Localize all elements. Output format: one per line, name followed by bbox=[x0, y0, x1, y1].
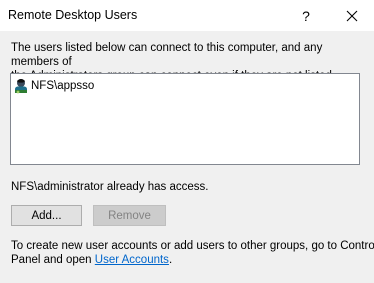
help-icon: ? bbox=[302, 7, 310, 24]
close-button[interactable] bbox=[330, 0, 374, 31]
close-icon bbox=[346, 10, 358, 21]
list-item[interactable]: NFS\appsso bbox=[12, 77, 94, 95]
footer-line-2-suffix: . bbox=[168, 254, 173, 266]
user-accounts-link[interactable]: User Accounts bbox=[95, 254, 169, 266]
footer-line-1: To create new user accounts or add users… bbox=[11, 240, 374, 252]
title-bar: Remote Desktop Users ? bbox=[0, 0, 374, 31]
remote-desktop-users-dialog: Remote Desktop Users ? The users listed … bbox=[0, 0, 374, 283]
access-status-text: NFS\administrator already has access. bbox=[11, 181, 209, 193]
list-item-label: NFS\appsso bbox=[31, 80, 95, 92]
footer-line-2-prefix: Panel and open bbox=[11, 254, 95, 266]
remove-button[interactable]: Remove bbox=[93, 205, 166, 226]
footer-text: To create new user accounts or add users… bbox=[11, 239, 374, 267]
users-listbox[interactable]: NFS\appsso bbox=[10, 73, 360, 165]
user-icon bbox=[15, 79, 27, 94]
help-button[interactable]: ? bbox=[288, 0, 324, 31]
window-title: Remote Desktop Users bbox=[8, 8, 138, 22]
footer-line-2: Panel and open User Accounts. bbox=[11, 253, 367, 267]
add-button[interactable]: Add... bbox=[11, 205, 82, 226]
